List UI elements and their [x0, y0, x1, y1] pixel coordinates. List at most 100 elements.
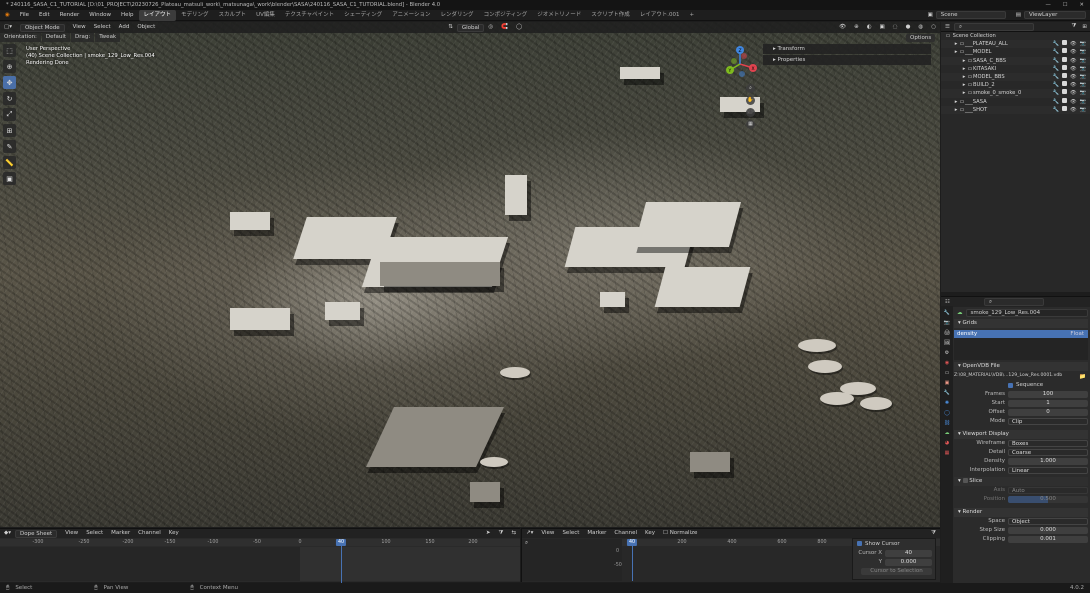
particles-tab-icon[interactable]: ✺: [943, 399, 951, 407]
outliner-item[interactable]: ▸ ▭___MODEL 🔧 👁 📷: [941, 48, 1090, 56]
dopesheet-menu-marker[interactable]: Marker: [107, 529, 134, 538]
dopesheet-scene-range[interactable]: [300, 547, 520, 581]
grids-section-header[interactable]: ▾ Grids: [954, 319, 1088, 328]
orientation-selector[interactable]: Default: [41, 33, 71, 42]
grid-item-density[interactable]: density Float: [954, 330, 1088, 338]
outliner-scene-collection[interactable]: ▭ Scene Collection: [941, 32, 1090, 40]
slice-checkbox[interactable]: [962, 478, 968, 483]
pivot-icon[interactable]: ◎: [484, 22, 497, 33]
cursor-icon[interactable]: ⊕: [3, 60, 16, 73]
workspace-tab-layout[interactable]: レイアウト: [138, 9, 177, 21]
select-box-icon[interactable]: ⬚: [3, 44, 16, 57]
material-tab-icon[interactable]: ◕: [943, 439, 951, 447]
folder-browse-icon[interactable]: 📁: [1077, 374, 1088, 380]
workspace-tab-rendering[interactable]: レンダリング: [436, 10, 479, 21]
properties-search-input[interactable]: ⌕: [983, 298, 1044, 306]
exclude-checkbox[interactable]: [1061, 56, 1067, 62]
drag-selector[interactable]: Tweak: [95, 33, 121, 42]
position-field[interactable]: 0.500: [1008, 496, 1088, 503]
cursor-x-field[interactable]: 40: [885, 550, 932, 557]
perspective-grid-icon[interactable]: ▦: [746, 120, 755, 129]
shading-material-icon[interactable]: ◍: [914, 22, 927, 33]
shading-rendered-icon[interactable]: ○: [927, 22, 940, 33]
world-tab-icon[interactable]: ◉: [943, 359, 951, 367]
eye-icon[interactable]: 👁: [1070, 40, 1077, 48]
workspace-tab-geometry-nodes[interactable]: ジオメトリノード: [532, 10, 586, 21]
pan-hand-icon[interactable]: ✋: [746, 96, 755, 105]
frames-field[interactable]: 100: [1008, 391, 1088, 398]
outliner-item[interactable]: ▸ ▭smoke_0_smoke_0 🔧 👁 📷: [941, 89, 1090, 98]
collection-tab-icon[interactable]: ▭: [943, 369, 951, 377]
maximize-button[interactable]: ☐: [1063, 0, 1068, 10]
editor-type-icon[interactable]: ▢▾: [0, 22, 16, 33]
scene-tab-icon[interactable]: ⚙: [943, 349, 951, 357]
detail-dropdown[interactable]: Coarse: [1008, 449, 1088, 456]
outliner-item[interactable]: ▸ ▭___SHOT 🔧 👁 📷: [941, 105, 1090, 114]
cursor-y-field[interactable]: 0.000: [885, 559, 932, 566]
visibility-icon[interactable]: 👁: [835, 22, 850, 33]
outliner-item[interactable]: ▸ ▭___SASA 🔧 👁 📷: [941, 97, 1090, 106]
navigation-gizmo[interactable]: X Y Z: [720, 44, 760, 84]
mode-selector[interactable]: Object Mode: [19, 23, 65, 32]
start-field[interactable]: 1: [1008, 400, 1088, 407]
data-tab-icon[interactable]: ☁: [943, 429, 951, 437]
options-dropdown[interactable]: Options: [906, 34, 936, 42]
viewport-menu-add[interactable]: Add: [115, 22, 134, 33]
menu-help[interactable]: Help: [116, 10, 139, 21]
dopesheet-menu-key[interactable]: Key: [165, 529, 183, 538]
graph-current-frame[interactable]: 40: [626, 539, 638, 546]
exclude-checkbox[interactable]: [1061, 64, 1067, 70]
camera-icon[interactable]: 📷: [1080, 81, 1086, 89]
camera-icon[interactable]: 📷: [1080, 57, 1086, 65]
offset-field[interactable]: 0: [1008, 409, 1088, 416]
workspace-tab-compositing[interactable]: コンポジティング: [479, 10, 533, 21]
zoom-icon[interactable]: ⌕: [746, 84, 755, 93]
outliner-item[interactable]: ▸ ▭SASA_C_BBS 🔧 👁 📷: [941, 56, 1090, 65]
workspace-tab-animation[interactable]: アニメーション: [387, 10, 435, 21]
outliner-editor-type-icon[interactable]: ☰: [941, 24, 954, 30]
camera-icon[interactable]: 📷: [1080, 40, 1086, 48]
camera-icon[interactable]: 📷: [1080, 65, 1086, 73]
properties-panel-header[interactable]: ▸ Properties: [763, 55, 931, 65]
dopesheet-mode-selector[interactable]: Dope Sheet: [15, 529, 58, 538]
graph-menu-marker[interactable]: Marker: [583, 529, 610, 538]
camera-icon[interactable]: 📷: [1080, 106, 1086, 114]
dopesheet-ruler[interactable]: -300 -250 -200 -150 -100 -50 0 100 150 2…: [0, 539, 520, 546]
dopesheet-track-area[interactable]: [0, 547, 300, 581]
graph-menu-select[interactable]: Select: [558, 529, 583, 538]
annotate-icon[interactable]: ✎: [3, 140, 16, 153]
object-tab-icon[interactable]: ▣: [943, 379, 951, 387]
render-tab-icon[interactable]: 📷: [943, 319, 951, 327]
outliner-item[interactable]: ▸ ▭BUILD_2 🔧 👁 📷: [941, 81, 1090, 89]
exclude-checkbox[interactable]: [1061, 89, 1067, 95]
snap-toggle-icon[interactable]: ⇆: [507, 529, 520, 538]
workspace-tab-sculpt[interactable]: スカルプト: [214, 10, 252, 21]
dopesheet-editor-type-icon[interactable]: ◆▾: [0, 529, 15, 538]
physics-tab-icon[interactable]: ◯: [943, 409, 951, 417]
openvdb-section-header[interactable]: ▾ OpenVDB File: [954, 362, 1088, 371]
filter-only-selected-icon[interactable]: ➤: [482, 529, 495, 538]
blender-logo-icon[interactable]: ◉: [0, 10, 15, 21]
viewport-display-section-header[interactable]: ▾ Viewport Display: [954, 430, 1088, 439]
dopesheet-menu-channel[interactable]: Channel: [134, 529, 165, 538]
wireframe-dropdown[interactable]: Boxes: [1008, 440, 1088, 447]
graph-menu-channel[interactable]: Channel: [610, 529, 641, 538]
workspace-tab-uv[interactable]: UV編集: [251, 10, 280, 21]
tool-tab-icon[interactable]: 🔧: [943, 309, 951, 317]
clipping-field[interactable]: 0.001: [1008, 536, 1088, 543]
move-icon[interactable]: ✥: [3, 76, 16, 89]
new-collection-icon[interactable]: ⊞: [1079, 24, 1090, 30]
menu-edit[interactable]: Edit: [34, 10, 55, 21]
xray-icon[interactable]: ▣: [876, 22, 889, 33]
outliner-search-input[interactable]: ⌕: [953, 22, 1034, 31]
camera-icon[interactable]: 📷: [1080, 89, 1086, 97]
viewport-menu-select[interactable]: Select: [90, 22, 115, 33]
menu-window[interactable]: Window: [84, 10, 116, 21]
viewport-menu-view[interactable]: View: [69, 22, 90, 33]
workspace-tab-scripting[interactable]: スクリプト作成: [586, 10, 635, 21]
eye-icon[interactable]: 👁: [1070, 89, 1077, 97]
add-cube-icon[interactable]: ▣: [3, 172, 16, 185]
eye-icon[interactable]: 👁: [1070, 98, 1077, 106]
slice-section-header[interactable]: ▾ Slice: [954, 477, 1088, 486]
workspace-tab-layout-001[interactable]: レイアウト.001: [635, 10, 685, 21]
